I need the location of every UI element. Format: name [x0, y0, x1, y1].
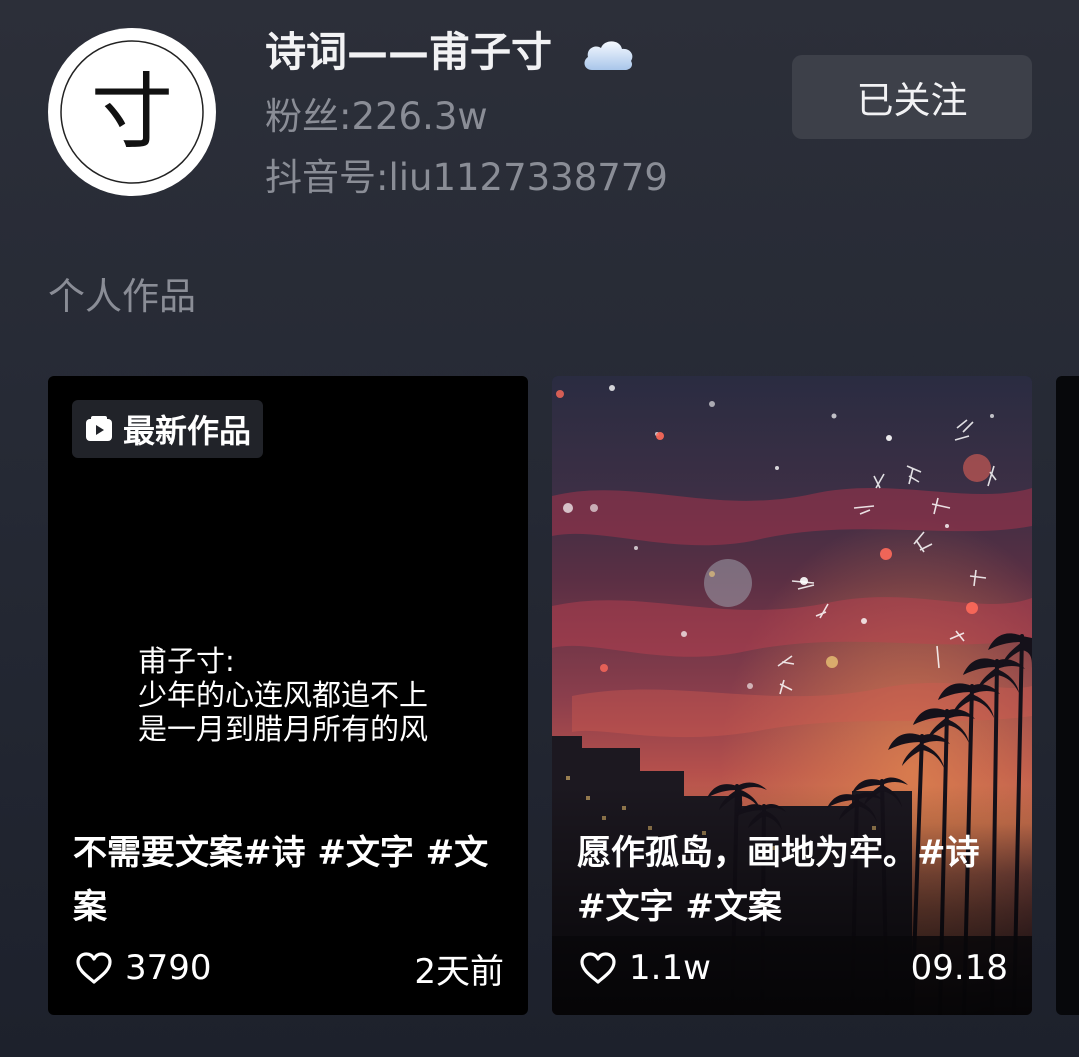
latest-badge: 最新作品 [72, 400, 264, 458]
profile-name: 诗词——甫子寸 [265, 28, 552, 76]
avatar[interactable]: 寸 [48, 28, 216, 196]
like-count-group: 3790 [75, 948, 212, 988]
work-card[interactable]: 愿作孤岛，画地为牢。#诗 #文字 #文案 1.1w 09.18 [552, 376, 1032, 1015]
video-quote: 甫子寸: 少年的心连风都追不上 是一月到腊月所有的风 [138, 644, 428, 746]
quote-line: 甫子寸: [138, 644, 235, 678]
post-date: 09.18 [910, 948, 1008, 988]
cloud-icon [580, 34, 636, 74]
avatar-character: 寸 [91, 65, 173, 160]
follower-count: 粉丝:226.3w [265, 95, 488, 138]
douyin-id: 抖音号:liu1127338779 [265, 156, 668, 199]
badge-label: 最新作品 [123, 412, 252, 450]
like-count: 1.1w [629, 948, 711, 988]
video-caption: 不需要文案#诗 #文字 #文 案 [73, 826, 513, 934]
card-stats: 1.1w 09.18 [579, 944, 1008, 992]
like-count: 3790 [125, 948, 212, 988]
work-card-partial[interactable] [1056, 376, 1079, 1015]
quote-line: 是一月到腊月所有的风 [138, 712, 429, 746]
heart-icon [75, 951, 113, 985]
post-date: 2天前 [414, 951, 504, 992]
following-button[interactable]: 已关注 [792, 55, 1032, 139]
section-title: 个人作品 [48, 275, 196, 318]
caption-line: 不需要文案#诗 #文字 #文 [73, 833, 489, 873]
caption-line: #文字 #文案 [577, 887, 782, 927]
caption-line: 案 [73, 887, 107, 927]
video-icon [84, 415, 114, 443]
quote-line: 少年的心连风都追不上 [138, 678, 429, 712]
work-card[interactable]: 最新作品 甫子寸: 少年的心连风都追不上 是一月到腊月所有的风 不需要文案#诗 … [48, 376, 528, 1015]
card-stats: 3790 2天前 [75, 944, 504, 992]
caption-line: 愿作孤岛，画地为牢。#诗 [577, 833, 980, 873]
heart-icon [579, 951, 617, 985]
like-count-group: 1.1w [579, 948, 711, 988]
video-caption: 愿作孤岛，画地为牢。#诗 #文字 #文案 [577, 826, 1017, 934]
